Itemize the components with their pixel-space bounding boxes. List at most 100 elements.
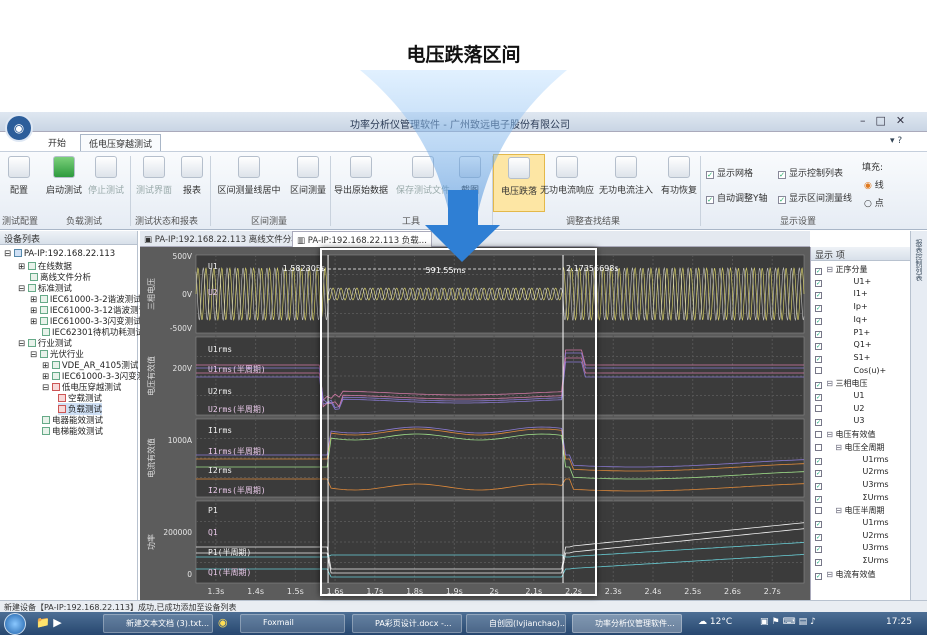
reactive-inject-button[interactable]: 无功电流注入 <box>597 154 655 196</box>
network-icon[interactable]: ▤ <box>799 617 811 627</box>
display-item-checkbox[interactable]: ✓ <box>815 573 822 580</box>
tree-item-elevator[interactable]: 电梯能效测试 <box>42 425 103 437</box>
y-tick-label: 200V <box>173 364 193 373</box>
x-tick-label: 1.7s <box>366 587 383 596</box>
interval-center-button[interactable]: 区间测量线居中 <box>214 154 284 196</box>
display-item-row[interactable]: ⊟ 电压半周期 <box>815 505 885 516</box>
panel-ylabel: 三相电压 <box>146 278 156 310</box>
show-control-list-checkbox[interactable]: ✓ 显示控制列表 <box>778 166 843 179</box>
active-recovery-button[interactable]: 有功恢复 <box>653 154 705 196</box>
display-item-row[interactable]: ✓ Iq+ <box>815 315 868 325</box>
display-item-row[interactable]: ✓ U1rms <box>815 455 889 465</box>
display-item-row[interactable]: ✓ U2rms <box>815 531 889 541</box>
display-item-checkbox[interactable]: ✓ <box>815 292 822 299</box>
minimize-icon[interactable]: – <box>860 114 876 127</box>
stop-test-button[interactable]: 停止测试 <box>80 154 132 196</box>
display-item-row[interactable]: ✓ I1+ <box>815 289 868 299</box>
doc-tab-offline[interactable]: ▣ PA-IP:192.168.22.113 离线文件分析 <box>144 233 300 245</box>
display-item-row[interactable]: ✓ U1+ <box>815 277 871 287</box>
auto-y-checkbox[interactable]: ✓ 自动调整Y轴 <box>706 191 768 204</box>
tab-lvrt-test[interactable]: 低电压穿越测试 <box>80 134 161 151</box>
display-item-checkbox[interactable]: ✓ <box>815 458 822 465</box>
display-item-row[interactable]: ✓ U3rms <box>815 543 889 553</box>
explorer-icon[interactable]: 📁 <box>36 616 50 629</box>
display-item-checkbox[interactable]: ✓ <box>815 559 822 566</box>
display-item-row[interactable]: ✓ U3 <box>815 416 865 426</box>
display-item-row[interactable]: ✓ Q1+ <box>815 340 872 350</box>
close-icon[interactable]: ✕ <box>896 114 915 127</box>
task-chat[interactable]: 自创园(lvjianchao)... <box>466 614 566 633</box>
reactive-response-button[interactable]: 无功电流响应 <box>538 154 596 196</box>
display-item-checkbox[interactable]: ✓ <box>815 356 822 363</box>
display-item-row[interactable]: ✓ U2rms <box>815 467 889 477</box>
clock[interactable]: 17:25 <box>886 617 912 627</box>
waveform-chart[interactable]: 三相电压 电压有效值 电流有效值 功率 1.3s 1.4s 1.5s 1.6s 1.7s 1.8s… <box>140 247 810 600</box>
display-item-row[interactable]: ✓ ΣUrms <box>815 556 889 566</box>
display-item-checkbox[interactable]: ✓ <box>815 521 822 528</box>
volume-icon[interactable]: ♪ <box>810 617 819 627</box>
display-item-row[interactable]: ✓ S1+ <box>815 353 870 363</box>
display-item-checkbox[interactable]: ✓ <box>815 394 822 401</box>
gear-icon <box>8 156 30 178</box>
display-item-row[interactable]: ✓ Ip+ <box>815 302 868 312</box>
display-item-checkbox[interactable]: ✓ <box>815 534 822 541</box>
display-item-checkbox[interactable] <box>815 367 822 374</box>
display-item-checkbox[interactable] <box>815 405 822 412</box>
weather-widget[interactable]: ☁ 12°C <box>698 617 732 627</box>
show-interval-lines-checkbox[interactable]: ✓ 显示区间测量线 <box>778 191 852 204</box>
start-orb-icon[interactable] <box>4 613 26 635</box>
display-item-checkbox[interactable]: ✓ <box>815 331 822 338</box>
export-raw-button[interactable]: 导出原始数据 <box>330 154 392 196</box>
maximize-icon[interactable]: □ <box>876 114 896 127</box>
tray-app-icon[interactable]: ▣ <box>760 617 772 627</box>
task-notepad[interactable]: 新建文本文档 (3).txt... <box>103 614 213 633</box>
display-item-row[interactable]: ⊟ 电压全周期 <box>815 442 885 453</box>
task-pa-software[interactable]: 功率分析仪管理软件... <box>572 614 682 633</box>
show-grid-checkbox[interactable]: ✓ 显示网格 <box>706 166 753 179</box>
display-item-row[interactable]: ✓ U1rms <box>815 518 889 528</box>
side-strip[interactable]: 报表控制列表 <box>910 231 927 600</box>
fill-point-radio[interactable]: ○ 点 <box>864 196 884 209</box>
display-item-row[interactable]: ✓ U3rms <box>815 480 889 490</box>
interval-measure-button[interactable]: 区间测量 <box>282 154 334 196</box>
group-label-status: 测试状态和报表 <box>135 214 198 227</box>
help-icon[interactable]: ▾ ? <box>890 136 902 146</box>
flag-icon[interactable]: ⚑ <box>772 617 783 627</box>
display-item-checkbox[interactable]: ✓ <box>815 470 822 477</box>
display-item-checkbox[interactable]: ✓ <box>815 305 822 312</box>
media-icon[interactable]: ▶ <box>53 616 61 629</box>
display-item-row[interactable]: ⊟ 电压有效值 <box>815 429 876 440</box>
display-item-checkbox[interactable]: ✓ <box>815 280 822 287</box>
display-item-checkbox[interactable]: ✓ <box>815 483 822 490</box>
test-icon <box>40 306 48 314</box>
display-item-row[interactable]: ✓ ⊟ 电流有效值 <box>815 569 876 580</box>
display-item-row[interactable]: Cos(u)+ <box>815 366 886 375</box>
display-item-row[interactable]: U2 <box>815 404 865 413</box>
display-item-checkbox[interactable]: ✓ <box>815 343 822 350</box>
display-item-checkbox[interactable]: ✓ <box>815 546 822 553</box>
display-item-checkbox[interactable] <box>815 444 822 451</box>
display-item-checkbox[interactable]: ✓ <box>815 318 822 325</box>
display-item-checkbox[interactable]: ✓ <box>815 419 822 426</box>
display-item-row[interactable]: ✓ P1+ <box>815 328 870 338</box>
display-item-checkbox[interactable]: ✓ <box>815 382 822 389</box>
x-tick-label: 1.4s <box>247 587 264 596</box>
display-item-checkbox[interactable]: ✓ <box>815 268 822 275</box>
screenshot-button[interactable]: 截图 <box>444 154 496 196</box>
tab-start[interactable]: 开始 <box>40 134 74 151</box>
task-word[interactable]: PA彩页设计.docx -... <box>352 614 462 633</box>
display-item-row[interactable]: ✓ U1 <box>815 391 865 401</box>
display-item-row[interactable]: ✓ ⊟ 三相电压 <box>815 378 868 389</box>
display-item-row[interactable]: ✓ ⊟ 正序分量 <box>815 264 868 275</box>
display-item-label: ΣUrms <box>860 556 889 565</box>
display-item-row[interactable]: ✓ ΣUrms <box>815 493 889 503</box>
doc-tab-load[interactable]: ▥ PA-IP:192.168.22.113 负载... <box>292 231 432 247</box>
display-item-checkbox[interactable]: ✓ <box>815 496 822 503</box>
display-item-checkbox[interactable] <box>815 431 822 438</box>
tree-item-device[interactable]: ⊟ PA-IP:192.168.22.113 <box>4 249 115 259</box>
keyboard-icon[interactable]: ⌨ <box>783 617 799 627</box>
task-foxmail[interactable]: Foxmail <box>240 614 345 633</box>
browser-icon[interactable]: ◉ <box>218 616 228 629</box>
fill-line-radio[interactable]: ◉ 线 <box>864 178 884 191</box>
display-item-checkbox[interactable] <box>815 507 822 514</box>
